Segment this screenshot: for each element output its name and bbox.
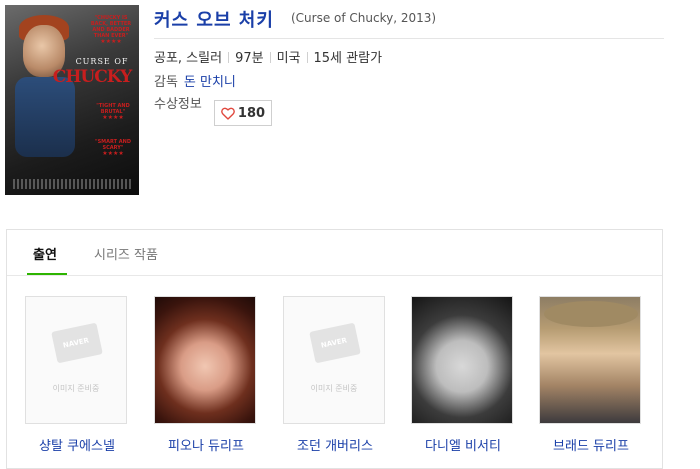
like-button[interactable]: 180 <box>214 100 272 126</box>
active-tab-indicator <box>27 273 67 275</box>
heart-icon <box>221 107 235 120</box>
movie-title-row: 커스 오브 처키 (Curse of Chucky, 2013) <box>154 2 664 39</box>
movie-genre: 공포, 스릴러 <box>154 51 223 66</box>
cast-panel: 출연 시리즈 작품 NAVER 이미지 준비중 샹탈 쿠에스넬 피오나 듀리프 … <box>6 229 663 469</box>
director-link[interactable]: 돈 만치니 <box>184 75 236 90</box>
cast-name[interactable]: 브래드 듀리프 <box>539 435 643 454</box>
hat-shape <box>544 301 638 327</box>
cast-item[interactable]: 브래드 듀리프 <box>539 296 643 454</box>
movie-title[interactable]: 커스 오브 처키 <box>154 6 274 32</box>
cast-photo[interactable] <box>539 296 641 424</box>
movie-original-title: (Curse of Chucky, 2013) <box>291 11 437 25</box>
poster-chucky: CHUCKY <box>52 67 132 87</box>
cast-item[interactable]: 다니엘 비서티 <box>411 296 515 454</box>
movie-meta: 공포, 스릴러 97분 미국 15세 관람가 <box>154 47 382 66</box>
movie-country: 미국 <box>276 51 301 66</box>
cast-item[interactable]: NAVER 이미지 준비중 조던 개버리스 <box>283 296 387 454</box>
movie-poster[interactable]: "CHUCKY IS BACK, BETTER AND BADDER THAN … <box>5 5 139 195</box>
poster-credits <box>13 179 131 189</box>
poster-doll-body <box>15 77 75 157</box>
movie-rating: 15세 관람가 <box>313 51 383 66</box>
movie-runtime: 97분 <box>235 51 264 66</box>
cast-name[interactable]: 샹탈 쿠에스넬 <box>25 435 129 454</box>
tab-bar: 출연 시리즈 작품 <box>7 230 662 276</box>
cast-name[interactable]: 피오나 듀리프 <box>154 435 258 454</box>
movie-director: 감독 돈 만치니 <box>154 71 236 90</box>
cast-photo-placeholder[interactable]: NAVER 이미지 준비중 <box>25 296 127 424</box>
cast-photo-placeholder[interactable]: NAVER 이미지 준비중 <box>283 296 385 424</box>
director-label: 감독 <box>154 75 178 90</box>
poster-quote-1: "CHUCKY IS BACK, BETTER AND BADDER THAN … <box>90 15 132 45</box>
separator <box>269 52 271 63</box>
cast-photo[interactable] <box>411 296 513 424</box>
cast-item[interactable]: NAVER 이미지 준비중 샹탈 쿠에스넬 <box>25 296 129 454</box>
cast-name[interactable]: 조던 개버리스 <box>283 435 387 454</box>
award-label: 수상정보 <box>154 97 202 112</box>
placeholder-text: 이미지 준비중 <box>52 384 100 393</box>
cast-name[interactable]: 다니엘 비서티 <box>411 435 515 454</box>
poster-quote-2: "TIGHT AND BRUTAL" ★★★★ <box>96 103 130 121</box>
cast-photo[interactable] <box>154 296 256 424</box>
placeholder-text: 이미지 준비중 <box>310 384 358 393</box>
tab-cast[interactable]: 출연 <box>33 244 57 263</box>
separator <box>228 52 230 63</box>
separator <box>306 52 308 63</box>
poster-quote-3: "SMART AND SCARY" ★★★★ <box>94 139 132 157</box>
tab-series[interactable]: 시리즈 작품 <box>94 244 158 263</box>
poster-curse-of: CURSE OF <box>75 57 129 66</box>
like-count: 180 <box>237 105 266 121</box>
cast-item[interactable]: 피오나 듀리프 <box>154 296 258 454</box>
